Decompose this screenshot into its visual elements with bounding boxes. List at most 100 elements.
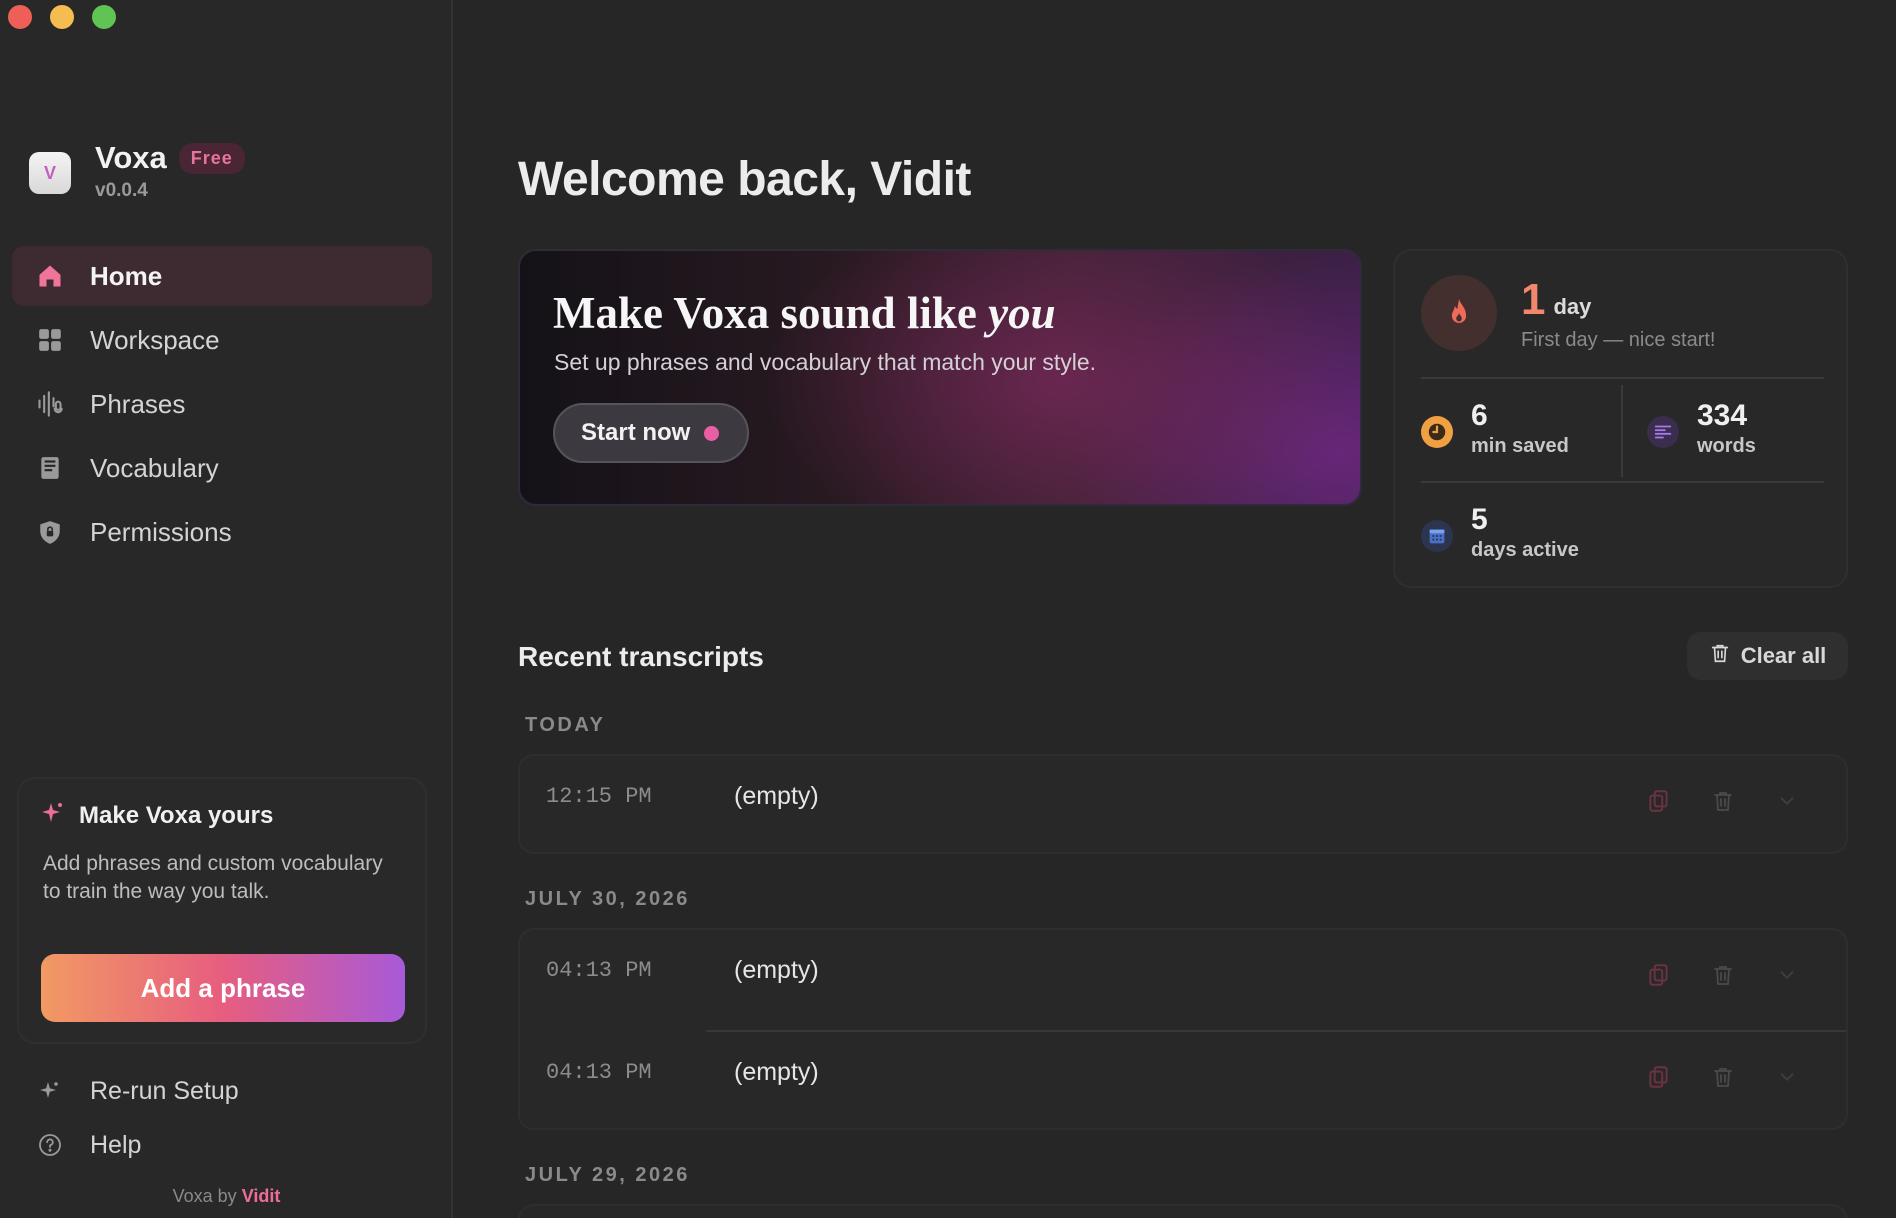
window-controls <box>8 5 116 29</box>
sidebar: V Voxa Free v0.0.4 Home Workspace Phrase… <box>0 0 453 1218</box>
credit-line: Voxa by Vidit <box>0 1186 453 1207</box>
streak-unit: day <box>1553 294 1592 319</box>
chevron-down-icon[interactable] <box>1772 1062 1802 1092</box>
streak-message: First day — nice start! <box>1521 329 1716 351</box>
rerun-setup-link[interactable]: Re-run Setup <box>12 1064 432 1118</box>
sidebar-item-label: Vocabulary <box>90 452 219 483</box>
close-window-button[interactable] <box>8 5 32 29</box>
book-icon <box>36 454 64 482</box>
transcript-row[interactable]: 04:13 PM (empty) <box>520 930 1846 1030</box>
sidebar-footer: Re-run Setup Help <box>12 1064 432 1172</box>
recent-transcripts-title: Recent transcripts <box>518 641 764 672</box>
help-circle-icon <box>36 1131 64 1159</box>
transcript-time: 04:13 PM <box>546 958 652 983</box>
add-phrase-button[interactable]: Add a phrase <box>41 954 405 1022</box>
credit-author-link[interactable]: Vidit <box>242 1186 281 1206</box>
rerun-setup-label: Re-run Setup <box>90 1076 239 1105</box>
sidebar-item-phrases[interactable]: Phrases <box>12 374 432 434</box>
transcript-row[interactable]: 12:15 PM (empty) <box>520 756 1846 852</box>
transcript-time: 04:13 PM <box>546 1060 652 1085</box>
sparkle-icon <box>36 1077 64 1105</box>
text-lines-icon <box>1647 416 1679 448</box>
calendar-icon <box>1421 520 1453 552</box>
plan-badge: Free <box>178 142 245 174</box>
sidebar-item-label: Phrases <box>90 388 186 419</box>
trash-icon[interactable] <box>1708 786 1738 816</box>
divider <box>1421 481 1824 483</box>
hero-banner: Make Voxa sound like you Set up phrases … <box>518 249 1362 506</box>
copy-icon[interactable] <box>1644 786 1674 816</box>
trash-icon[interactable] <box>1708 960 1738 990</box>
sidebar-item-label: Home <box>90 260 163 291</box>
status-dot-icon <box>704 425 720 441</box>
stats-card: 1 day First day — nice start! 6 min saved… <box>1393 249 1848 588</box>
clear-all-label: Clear all <box>1740 643 1827 668</box>
date-group-label: TODAY <box>525 714 606 736</box>
divider <box>1421 377 1824 379</box>
sidebar-item-vocabulary[interactable]: Vocabulary <box>12 438 432 498</box>
app-version: v0.0.4 <box>95 180 148 201</box>
divider <box>1621 385 1623 477</box>
time-saved-label: min saved <box>1471 435 1569 457</box>
zoom-window-button[interactable] <box>92 5 116 29</box>
trash-icon <box>1709 642 1731 670</box>
sidebar-item-permissions[interactable]: Permissions <box>12 502 432 562</box>
main-content: Welcome back, Vidit Make Voxa sound like… <box>455 0 1896 1218</box>
clock-icon <box>1421 416 1453 448</box>
flame-icon <box>1421 275 1497 351</box>
sidebar-item-home[interactable]: Home <box>12 246 432 306</box>
chevron-down-icon[interactable] <box>1772 786 1802 816</box>
app-logo: V <box>29 152 71 194</box>
sparkle-icon <box>41 801 65 830</box>
transcript-row[interactable]: 04:13 PM (empty) <box>546 1030 1846 1128</box>
promo-card: Make Voxa yours Add phrases and custom v… <box>17 777 427 1044</box>
promo-title: Make Voxa yours <box>79 801 274 829</box>
sidebar-item-label: Permissions <box>90 516 232 547</box>
app-brand: V Voxa Free v0.0.4 <box>29 140 245 202</box>
words-label: words <box>1697 435 1756 457</box>
promo-description: Add phrases and custom vocabulary to tra… <box>43 852 383 903</box>
waveform-mic-icon <box>36 390 64 418</box>
hero-title-prefix: Make Voxa sound like <box>553 288 977 338</box>
date-group-label: JULY 30, 2026 <box>525 888 690 910</box>
minimize-window-button[interactable] <box>50 5 74 29</box>
start-now-button[interactable]: Start now <box>553 403 749 463</box>
days-active-value: 5 <box>1471 503 1488 536</box>
transcript-group: 12:15 PM (empty) <box>518 754 1848 854</box>
help-label: Help <box>90 1130 142 1159</box>
hero-title: Make Voxa sound like you <box>553 287 1056 339</box>
transcript-text: (empty) <box>734 956 819 984</box>
streak-value: 1 <box>1521 275 1546 324</box>
copy-icon[interactable] <box>1644 1062 1674 1092</box>
time-saved-stat: 6 min saved <box>1421 399 1569 458</box>
transcript-text: (empty) <box>734 782 819 810</box>
transcript-group <box>518 1204 1848 1218</box>
start-now-label: Start now <box>581 419 691 446</box>
chevron-down-icon[interactable] <box>1772 960 1802 990</box>
help-link[interactable]: Help <box>12 1118 432 1172</box>
words-value: 334 <box>1697 399 1748 432</box>
sidebar-item-workspace[interactable]: Workspace <box>12 310 432 370</box>
trash-icon[interactable] <box>1708 1062 1738 1092</box>
transcript-group: 04:13 PM (empty) 04:13 PM (empty) <box>518 928 1848 1130</box>
sidebar-nav: Home Workspace Phrases Vocabulary Permis… <box>12 246 432 566</box>
sidebar-item-label: Workspace <box>90 324 220 355</box>
time-saved-value: 6 <box>1471 399 1488 432</box>
hero-subtitle: Set up phrases and vocabulary that match… <box>554 349 1097 375</box>
days-active-stat: 5 days active <box>1421 503 1579 562</box>
words-stat: 334 words <box>1647 399 1756 458</box>
transcript-text: (empty) <box>734 1058 819 1086</box>
date-group-label: JULY 29, 2026 <box>525 1164 690 1186</box>
grid-icon <box>36 326 64 354</box>
app-name: Voxa <box>95 140 167 175</box>
home-icon <box>36 262 64 290</box>
streak-stat: 1 day First day — nice start! <box>1421 275 1716 352</box>
shield-lock-icon <box>36 518 64 546</box>
transcript-time: 12:15 PM <box>546 784 652 809</box>
credit-prefix: Voxa by <box>172 1186 237 1206</box>
page-title: Welcome back, Vidit <box>518 153 971 206</box>
days-active-label: days active <box>1471 539 1579 561</box>
copy-icon[interactable] <box>1644 960 1674 990</box>
clear-all-button[interactable]: Clear all <box>1687 632 1848 680</box>
hero-title-emphasis: you <box>988 288 1056 338</box>
